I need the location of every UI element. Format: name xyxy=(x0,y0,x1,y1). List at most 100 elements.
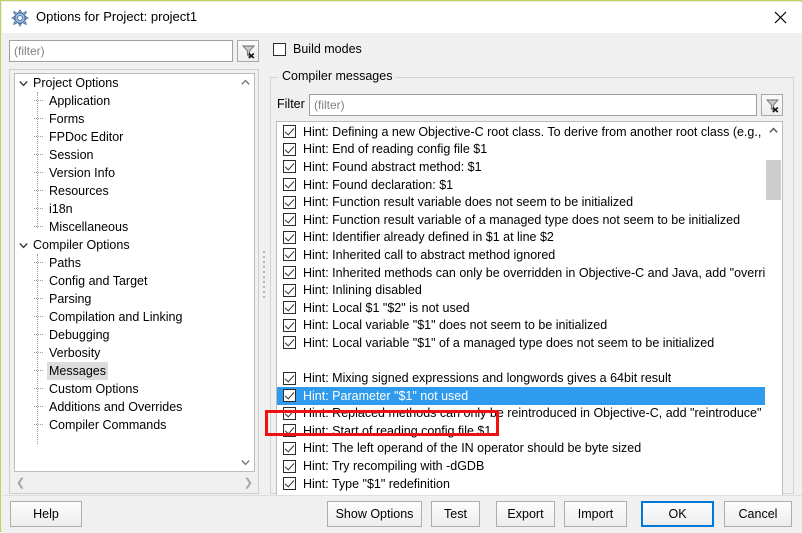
tree-item-messages[interactable]: Messages xyxy=(15,362,237,380)
tree-item-paths[interactable]: Paths xyxy=(15,254,237,272)
message-row[interactable]: Hint: Inherited call to abstract method … xyxy=(277,246,766,264)
tree-item-forms[interactable]: Forms xyxy=(15,110,237,128)
tree-horizontal-scrollbar[interactable]: ❮ ❯ xyxy=(14,474,255,491)
tree-item-compiler-commands[interactable]: Compiler Commands xyxy=(15,416,237,434)
message-label: Hint: Local $1 "$2" is not used xyxy=(303,300,470,315)
message-checkbox[interactable] xyxy=(283,406,296,420)
tree-connector xyxy=(31,272,47,290)
tree-item-session[interactable]: Session xyxy=(15,146,237,164)
message-row[interactable]: Hint: Inlining disabled xyxy=(277,281,766,299)
message-checkbox[interactable] xyxy=(283,195,296,209)
tree-item-application[interactable]: Application xyxy=(15,92,237,110)
tree-item-additions-and-overrides[interactable]: Additions and Overrides xyxy=(15,398,237,416)
chevron-down-icon[interactable] xyxy=(15,74,31,92)
tree-item-miscellaneous[interactable]: Miscellaneous xyxy=(15,218,237,236)
tree-item-fpdoc-editor[interactable]: FPDoc Editor xyxy=(15,128,237,146)
message-row[interactable]: Hint: Replaced methods can only be reint… xyxy=(277,405,766,423)
dialog-body: Build modes Project Options Application Fo… xyxy=(2,33,802,519)
message-checkbox[interactable] xyxy=(283,283,296,297)
message-checkbox[interactable] xyxy=(283,142,296,156)
tree-item-version-info[interactable]: Version Info xyxy=(15,164,237,182)
chevron-left-icon[interactable]: ❮ xyxy=(16,476,25,489)
message-label: Hint: Type "$1" redefinition xyxy=(303,476,450,491)
tree-connector xyxy=(31,182,47,200)
tree-item-resources[interactable]: Resources xyxy=(15,182,237,200)
options-tree[interactable]: Project Options Application Forms FPDoc Edi… xyxy=(14,73,255,472)
compiler-messages-rows: Hint: Defining a new Objective-C root cl… xyxy=(277,123,766,508)
messages-vertical-scrollbar[interactable] xyxy=(765,122,782,508)
message-checkbox[interactable] xyxy=(283,125,296,139)
tree-item-compiler-options[interactable]: Compiler Options xyxy=(15,236,237,254)
message-label: Hint: Found abstract method: $1 xyxy=(303,159,482,174)
message-row[interactable]: Hint: Identifier already defined in $1 a… xyxy=(277,229,766,247)
window-title: Options for Project: project1 xyxy=(36,9,198,24)
chevron-down-icon[interactable] xyxy=(15,236,31,254)
message-row[interactable]: Hint: Found declaration: $1 xyxy=(277,176,766,194)
tree-item-verbosity[interactable]: Verbosity xyxy=(15,344,237,362)
message-row[interactable]: Hint: Start of reading config file $1 xyxy=(277,422,766,440)
messages-scrollbar-thumb[interactable] xyxy=(766,160,781,200)
message-row[interactable]: Hint: Local variable "$1" does not seem … xyxy=(277,317,766,335)
message-checkbox[interactable] xyxy=(283,477,296,491)
chevron-up-icon[interactable] xyxy=(765,122,782,139)
message-label: Hint: Found declaration: $1 xyxy=(303,177,454,192)
filter-clear-icon[interactable] xyxy=(237,40,259,62)
tree-item-config-and-target[interactable]: Config and Target xyxy=(15,272,237,290)
message-checkbox[interactable] xyxy=(283,336,296,350)
message-row[interactable]: Hint: Type "$1" redefinition xyxy=(277,475,766,493)
message-checkbox[interactable] xyxy=(283,424,296,438)
chevron-down-icon[interactable] xyxy=(237,454,254,471)
message-checkbox[interactable] xyxy=(283,178,296,192)
export-button[interactable]: Export xyxy=(496,501,555,527)
message-row[interactable]: Hint: Found abstract method: $1 xyxy=(277,158,766,176)
tree-item-i18n[interactable]: i18n xyxy=(15,200,237,218)
message-checkbox[interactable] xyxy=(283,371,296,385)
close-icon[interactable] xyxy=(758,2,802,33)
panel-splitter[interactable] xyxy=(261,69,268,494)
message-row[interactable]: Hint: Try recompiling with -dGDB xyxy=(277,457,766,475)
message-row[interactable]: Hint: Function result variable of a mana… xyxy=(277,211,766,229)
tree-item-debugging[interactable]: Debugging xyxy=(15,326,237,344)
message-checkbox[interactable] xyxy=(283,230,296,244)
message-label: Hint: Local variable "$1" of a managed t… xyxy=(303,335,715,350)
cancel-button[interactable]: Cancel xyxy=(724,501,792,527)
message-checkbox[interactable] xyxy=(283,301,296,315)
message-row[interactable]: Hint: End of reading config file $1 xyxy=(277,141,766,159)
tree-item-project-options[interactable]: Project Options xyxy=(15,74,237,92)
message-checkbox[interactable] xyxy=(283,266,296,280)
import-button[interactable]: Import xyxy=(564,501,627,527)
messages-filter-clear-icon[interactable] xyxy=(761,94,783,116)
message-row[interactable]: Hint: Defining a new Objective-C root cl… xyxy=(277,123,766,141)
message-row-blank xyxy=(277,352,766,370)
message-row[interactable]: Hint: Mixing signed expressions and long… xyxy=(277,369,766,387)
tree-item-custom-options[interactable]: Custom Options xyxy=(15,380,237,398)
message-row[interactable]: Hint: Local variable "$1" of a managed t… xyxy=(277,334,766,352)
message-row[interactable]: Hint: Inherited methods can only be over… xyxy=(277,264,766,282)
tree-connector xyxy=(31,416,47,434)
tree-item-compilation-and-linking[interactable]: Compilation and Linking xyxy=(15,308,237,326)
tree-item-parsing[interactable]: Parsing xyxy=(15,290,237,308)
compiler-messages-list[interactable]: Hint: Defining a new Objective-C root cl… xyxy=(276,121,783,509)
message-row[interactable]: Hint: Local $1 "$2" is not used xyxy=(277,299,766,317)
ok-button[interactable]: OK xyxy=(641,501,714,527)
message-checkbox[interactable] xyxy=(283,160,296,174)
messages-filter-input[interactable] xyxy=(309,94,757,116)
message-checkbox[interactable] xyxy=(283,213,296,227)
message-checkbox[interactable] xyxy=(283,389,296,403)
tree-item-label: Verbosity xyxy=(49,346,101,360)
message-row[interactable]: Hint: Function result variable does not … xyxy=(277,193,766,211)
chevron-up-icon[interactable] xyxy=(237,74,254,91)
message-row[interactable]: Hint: The left operand of the IN operato… xyxy=(277,440,766,458)
message-checkbox[interactable] xyxy=(283,459,296,473)
message-checkbox[interactable] xyxy=(283,441,296,455)
help-button[interactable]: Help xyxy=(10,501,82,527)
tree-vertical-scrollbar[interactable] xyxy=(237,74,254,471)
show-options-button[interactable]: Show Options xyxy=(327,501,422,527)
build-modes-checkbox[interactable]: Build modes xyxy=(273,42,362,56)
tree-filter-input[interactable] xyxy=(9,40,233,62)
test-button[interactable]: Test xyxy=(431,501,480,527)
message-checkbox[interactable] xyxy=(283,248,296,262)
chevron-right-icon[interactable]: ❯ xyxy=(244,476,253,489)
message-row[interactable]: Hint: Parameter "$1" not used xyxy=(277,386,766,405)
message-checkbox[interactable] xyxy=(283,318,296,332)
